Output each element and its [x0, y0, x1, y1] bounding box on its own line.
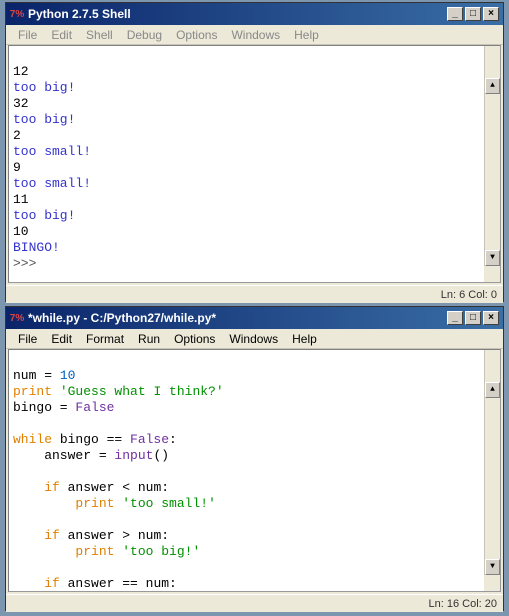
menu-options[interactable]: Options	[170, 27, 223, 43]
editor-statusbar: Ln: 16 Col: 20	[6, 594, 503, 612]
menu-help[interactable]: Help	[286, 331, 323, 347]
shell-line: 32	[13, 96, 29, 111]
code-line: print 'too small!'	[13, 496, 216, 511]
scroll-down-icon[interactable]: ▼	[485, 559, 500, 575]
shell-menubar: File Edit Shell Debug Options Windows He…	[6, 25, 503, 45]
minimize-button[interactable]: _	[447, 7, 463, 21]
menu-edit[interactable]: Edit	[45, 331, 78, 347]
close-button[interactable]: ×	[483, 311, 499, 325]
shell-line: too big!	[13, 80, 75, 95]
shell-line: too small!	[13, 176, 91, 191]
menu-options[interactable]: Options	[168, 331, 221, 347]
code-line: if answer > num:	[13, 528, 169, 543]
code-line: num = 10	[13, 368, 75, 383]
code-line: print 'too big!'	[13, 544, 200, 559]
menu-debug[interactable]: Debug	[121, 27, 168, 43]
shell-vscrollbar[interactable]: ▲ ▼	[484, 46, 500, 266]
shell-line: BINGO!	[13, 240, 60, 255]
code-editor[interactable]: num = 10 print 'Guess what I think?' bin…	[8, 349, 501, 592]
code-line: bingo = False	[13, 400, 114, 415]
shell-line: 2	[13, 128, 21, 143]
scroll-down-icon[interactable]: ▼	[485, 250, 500, 266]
shell-line: too big!	[13, 208, 75, 223]
python-icon: 7%	[10, 311, 24, 325]
shell-line: too small!	[13, 144, 91, 159]
maximize-button[interactable]: □	[465, 7, 481, 21]
code-line: print 'Guess what I think?'	[13, 384, 224, 399]
scroll-up-icon[interactable]: ▲	[485, 78, 500, 94]
shell-title: Python 2.7.5 Shell	[28, 7, 447, 21]
shell-prompt: >>>	[13, 256, 44, 271]
menu-help[interactable]: Help	[288, 27, 325, 43]
code-line: if answer == num:	[13, 576, 177, 591]
scroll-corner	[484, 575, 500, 591]
minimize-button[interactable]: _	[447, 311, 463, 325]
menu-edit[interactable]: Edit	[45, 27, 78, 43]
shell-line: too big!	[13, 112, 75, 127]
close-button[interactable]: ×	[483, 7, 499, 21]
editor-title: *while.py - C:/Python27/while.py*	[28, 311, 447, 325]
shell-output[interactable]: 12 too big! 32 too big! 2 too small! 9 t…	[8, 45, 501, 283]
shell-line: 12	[13, 64, 29, 79]
editor-titlebar[interactable]: 7% *while.py - C:/Python27/while.py* _ □…	[6, 307, 503, 329]
shell-titlebar[interactable]: 7% Python 2.7.5 Shell _ □ ×	[6, 3, 503, 25]
shell-line: 9	[13, 160, 21, 175]
editor-menubar: File Edit Format Run Options Windows Hel…	[6, 329, 503, 349]
shell-line: 11	[13, 192, 29, 207]
shell-window: 7% Python 2.7.5 Shell _ □ × File Edit Sh…	[5, 2, 504, 302]
menu-windows[interactable]: Windows	[223, 331, 284, 347]
shell-statusbar: Ln: 6 Col: 0	[6, 285, 503, 303]
shell-status: Ln: 6 Col: 0	[441, 289, 497, 301]
maximize-button[interactable]: □	[465, 311, 481, 325]
menu-windows[interactable]: Windows	[225, 27, 286, 43]
code-line: if answer < num:	[13, 480, 169, 495]
shell-line: 10	[13, 224, 29, 239]
python-icon: 7%	[10, 7, 24, 21]
editor-status: Ln: 16 Col: 20	[429, 598, 498, 610]
menu-file[interactable]: File	[12, 27, 43, 43]
code-line: while bingo == False:	[13, 432, 177, 447]
menu-format[interactable]: Format	[80, 331, 130, 347]
scroll-corner	[484, 266, 500, 282]
scroll-up-icon[interactable]: ▲	[485, 382, 500, 398]
menu-shell[interactable]: Shell	[80, 27, 119, 43]
code-line: answer = input()	[13, 448, 169, 463]
menu-run[interactable]: Run	[132, 331, 166, 347]
editor-window: 7% *while.py - C:/Python27/while.py* _ □…	[5, 306, 504, 611]
editor-vscrollbar[interactable]: ▲ ▼	[484, 350, 500, 575]
menu-file[interactable]: File	[12, 331, 43, 347]
